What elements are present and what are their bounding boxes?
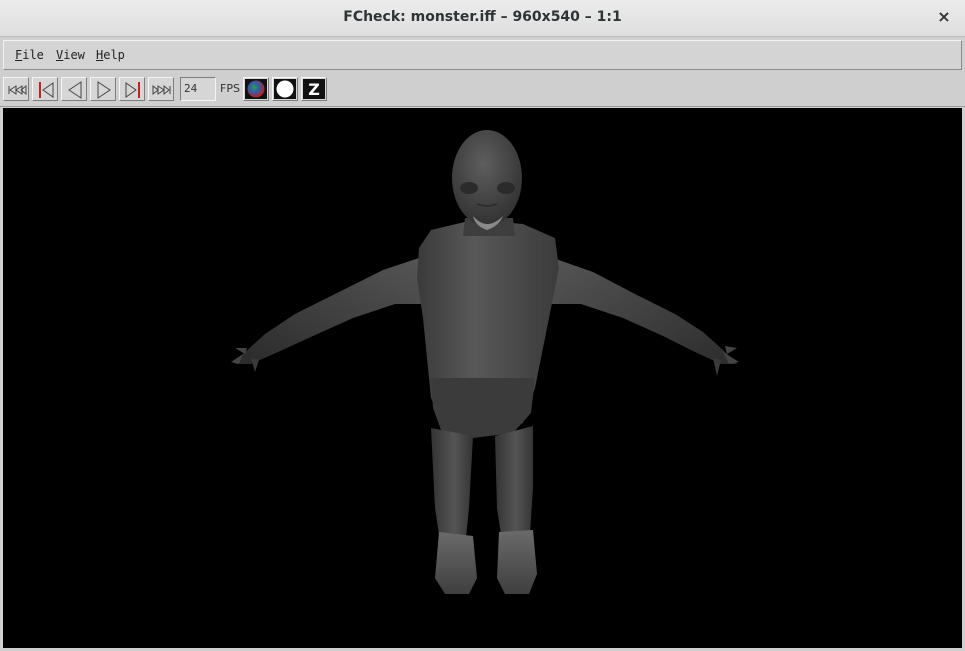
image-viewport[interactable] — [3, 108, 962, 648]
window-title: FCheck: monster.iff – 960x540 – 1:1 — [343, 9, 622, 25]
menu-view-label: iew — [63, 48, 85, 62]
menu-bar: File View Help — [3, 40, 962, 70]
alpha-channel-button[interactable] — [272, 77, 298, 101]
title-bar: FCheck: monster.iff – 960x540 – 1:1 × — [0, 0, 965, 37]
next-frame-button[interactable] — [119, 77, 145, 101]
menu-file[interactable]: File — [15, 48, 44, 62]
first-frame-icon — [8, 84, 27, 96]
fps-input[interactable]: 24 — [180, 77, 216, 101]
rgb-channel-icon — [245, 79, 267, 99]
play-forward-button[interactable] — [90, 77, 116, 101]
first-frame-button[interactable] — [3, 77, 29, 101]
toolbar: 24 FPS Z — [0, 72, 965, 107]
previous-frame-icon — [39, 82, 54, 98]
fps-label: FPS — [220, 82, 240, 95]
menu-help-label: elp — [103, 48, 125, 62]
depth-channel-label: Z — [308, 80, 320, 99]
play-forward-icon — [97, 81, 111, 99]
menu-file-label: ile — [22, 48, 44, 62]
next-frame-icon — [125, 82, 140, 98]
rgb-channel-button[interactable] — [243, 77, 269, 101]
monster-render-image — [231, 130, 739, 594]
alpha-channel-icon — [274, 79, 296, 99]
last-frame-icon — [152, 84, 171, 96]
play-reverse-button[interactable] — [61, 77, 87, 101]
previous-frame-button[interactable] — [32, 77, 58, 101]
last-frame-button[interactable] — [148, 77, 174, 101]
depth-channel-button[interactable]: Z — [301, 77, 327, 101]
menu-help[interactable]: Help — [96, 48, 125, 62]
menu-view[interactable]: View — [56, 48, 85, 62]
play-reverse-icon — [68, 81, 82, 99]
depth-channel-icon: Z — [303, 79, 325, 99]
close-button[interactable]: × — [933, 6, 955, 28]
